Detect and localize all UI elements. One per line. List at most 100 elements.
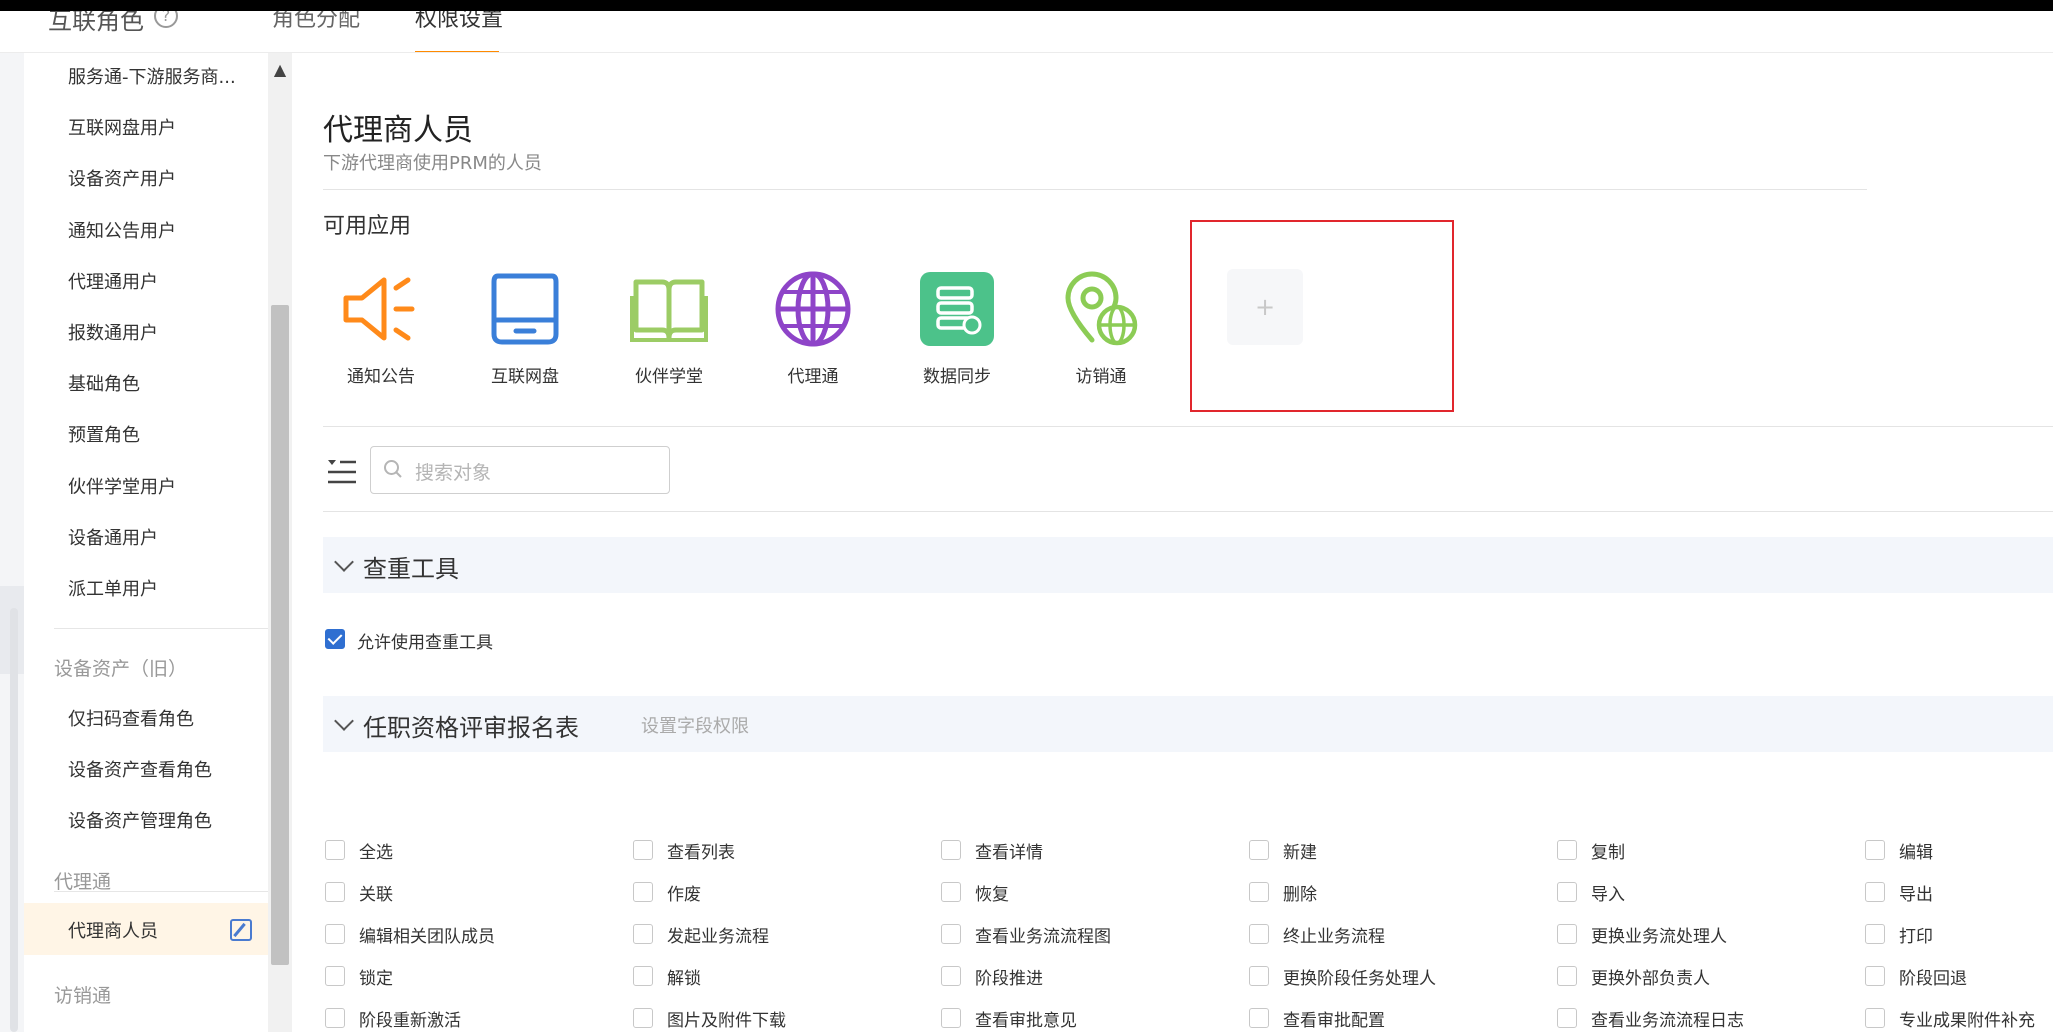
- sidebar-item[interactable]: 设备通用户: [68, 524, 158, 550]
- permission-label: 查看审批配置: [1283, 1011, 1385, 1031]
- permission-label: 全选: [359, 843, 393, 863]
- sidebar-item[interactable]: 设备资产查看角色: [68, 756, 212, 782]
- divider: [323, 511, 2053, 512]
- app-label: 数据同步: [923, 367, 991, 387]
- page-subtitle: 下游代理商使用PRM的人员: [323, 153, 542, 174]
- chevron-down-icon[interactable]: [334, 552, 354, 572]
- permission-checkbox[interactable]: [325, 1008, 345, 1028]
- field-permission-link[interactable]: 设置字段权限: [641, 712, 749, 738]
- sidebar-item[interactable]: 设备资产用户: [68, 165, 176, 191]
- permission-checkbox[interactable]: [1557, 966, 1577, 986]
- sidebar-item[interactable]: 报数通用户: [68, 319, 158, 345]
- filter-list-icon[interactable]: [326, 457, 358, 487]
- app-label: 代理通: [787, 367, 839, 387]
- section-form-header[interactable]: 任职资格评审报名表 设置字段权限: [323, 696, 2053, 752]
- permission-checkbox[interactable]: [633, 966, 653, 986]
- permission-checkbox[interactable]: [1557, 924, 1577, 944]
- sidebar-item[interactable]: 派工单用户: [68, 575, 158, 601]
- permission-checkbox[interactable]: [1865, 882, 1885, 902]
- permission-checkbox[interactable]: [1865, 840, 1885, 860]
- sidebar-item[interactable]: 基础角色: [68, 370, 140, 396]
- permission-checkbox[interactable]: [1865, 924, 1885, 944]
- sidebar-scrollbar-thumb[interactable]: [271, 305, 289, 965]
- highlight-annotation-box: [1190, 220, 1454, 412]
- sidebar-item[interactable]: 服务通-下游服务商...: [68, 63, 236, 89]
- tab-permission-settings[interactable]: 权限设置: [415, 11, 503, 33]
- permission-checkbox[interactable]: [1557, 840, 1577, 860]
- location-globe-icon: [1065, 271, 1138, 346]
- permission-checkbox[interactable]: [1865, 966, 1885, 986]
- app-notice[interactable]: 通知公告: [321, 268, 441, 387]
- permission-checkbox[interactable]: [941, 840, 961, 860]
- section-dedupe-header[interactable]: 查重工具: [323, 537, 2053, 593]
- tab-role-assignment[interactable]: 角色分配: [272, 11, 360, 33]
- left-edge-strip: [0, 53, 24, 1032]
- sidebar-item[interactable]: 设备资产管理角色: [68, 807, 212, 833]
- permission-checkbox[interactable]: [941, 1008, 961, 1028]
- sidebar-group-label: 访销通: [54, 985, 112, 1007]
- permission-label: 导出: [1899, 885, 1933, 905]
- permission-label: 专业成果附件补充: [1899, 1011, 2035, 1031]
- page-title: 代理商人员: [323, 113, 473, 148]
- permission-checkbox[interactable]: [941, 882, 961, 902]
- drive-icon: [491, 273, 559, 345]
- permission-label: 编辑相关团队成员: [359, 927, 495, 947]
- permission-label: 编辑: [1899, 843, 1933, 863]
- permission-checkbox[interactable]: [1249, 966, 1269, 986]
- permission-checkbox[interactable]: [325, 924, 345, 944]
- edit-icon[interactable]: [230, 919, 252, 941]
- permission-checkbox[interactable]: [633, 1008, 653, 1028]
- permission-label: 新建: [1283, 843, 1317, 863]
- permission-checkbox[interactable]: [941, 966, 961, 986]
- permission-checkbox[interactable]: [1249, 1008, 1269, 1028]
- sidebar-divider: [54, 628, 268, 629]
- permission-checkbox[interactable]: [1557, 882, 1577, 902]
- section-title: 任职资格评审报名表: [363, 714, 579, 742]
- sidebar-item[interactable]: 仅扫码查看角色: [68, 705, 194, 731]
- app-academy[interactable]: 伙伴学堂: [609, 268, 729, 387]
- permission-checkbox[interactable]: [633, 840, 653, 860]
- allow-dedupe-checkbox[interactable]: [325, 629, 345, 649]
- checkbox-label: 允许使用查重工具: [357, 633, 493, 653]
- sidebar-item[interactable]: 伙伴学堂用户: [68, 473, 176, 499]
- app-visit-sales[interactable]: 访销通: [1041, 268, 1161, 387]
- book-icon: [630, 279, 708, 342]
- permission-checkbox[interactable]: [1249, 840, 1269, 860]
- database-sync-icon: [920, 272, 994, 346]
- search-placeholder: 搜索对象: [415, 462, 492, 484]
- sidebar-item[interactable]: 预置角色: [68, 421, 140, 447]
- permission-checkbox[interactable]: [325, 840, 345, 860]
- app-agent[interactable]: 代理通: [753, 268, 873, 387]
- app-label: 通知公告: [347, 367, 415, 387]
- permission-checkbox[interactable]: [941, 924, 961, 944]
- app-drive[interactable]: 互联网盘: [465, 268, 585, 387]
- permission-checkbox[interactable]: [1249, 924, 1269, 944]
- permission-checkbox[interactable]: [633, 924, 653, 944]
- permission-checkbox[interactable]: [1865, 1008, 1885, 1028]
- app-data-sync[interactable]: 数据同步: [897, 268, 1017, 387]
- search-input[interactable]: 搜索对象: [370, 446, 670, 494]
- chevron-down-icon[interactable]: [334, 711, 354, 731]
- permission-checkbox[interactable]: [325, 966, 345, 986]
- permission-label: 删除: [1283, 885, 1317, 905]
- permission-checkbox[interactable]: [325, 882, 345, 902]
- role-sidebar: 服务通-下游服务商... 互联网盘用户 设备资产用户 通知公告用户 代理通用户报数通用户…: [24, 53, 268, 1032]
- permission-label: 作废: [667, 885, 701, 905]
- permission-label: 打印: [1899, 927, 1933, 947]
- sidebar-item[interactable]: 互联网盘用户: [68, 114, 176, 140]
- permission-label: 查看审批意见: [975, 1011, 1077, 1031]
- sidebar-item[interactable]: 代理通用户: [68, 268, 158, 294]
- sidebar-item[interactable]: 通知公告用户: [68, 217, 176, 243]
- permission-checkbox[interactable]: [1249, 882, 1269, 902]
- section-title: 查重工具: [363, 555, 459, 583]
- permission-label: 解锁: [667, 969, 701, 989]
- permission-checkbox[interactable]: [1557, 1008, 1577, 1028]
- permission-checkbox[interactable]: [633, 882, 653, 902]
- outer-scrollbar[interactable]: [10, 608, 18, 1032]
- question-circle-icon[interactable]: ?: [154, 11, 178, 28]
- sidebar-group-label: 设备资产（旧）: [54, 658, 188, 680]
- scroll-up-arrow-icon[interactable]: ▲: [270, 60, 290, 79]
- permission-label: 查看详情: [975, 843, 1043, 863]
- permission-label: 阶段重新激活: [359, 1011, 461, 1031]
- sidebar-item-active[interactable]: 代理商人员: [68, 917, 158, 943]
